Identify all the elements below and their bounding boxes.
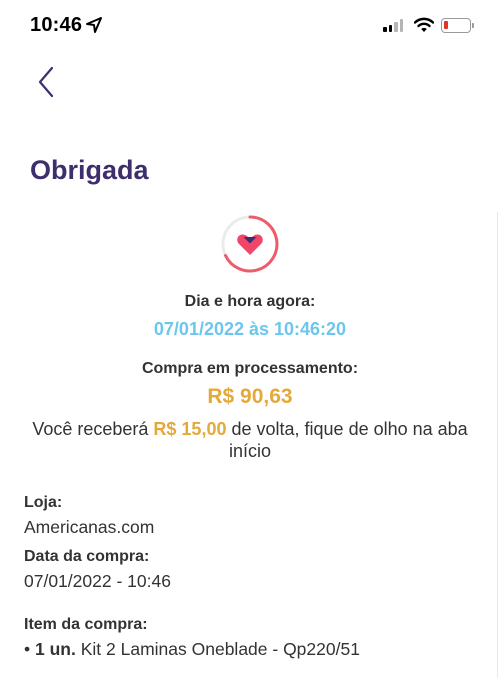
item-section: Item da compra: • 1 un. Kit 2 Laminas On… [24, 616, 360, 660]
page-title: Obrigada [30, 155, 149, 185]
purchase-date-label: Data da compra: [24, 548, 150, 565]
item-quantity: 1 un. [35, 639, 76, 659]
list-item: • 1 un. Kit 2 Laminas Oneblade - Qp220/5… [24, 639, 360, 660]
battery-icon [441, 18, 474, 33]
status-bar: 10:46 [0, 0, 500, 54]
datetime-value: 07/01/2022 às 10:46:20 [153, 319, 347, 339]
store-section: Loja: Americanas.com [24, 494, 154, 538]
wifi-icon [414, 17, 434, 32]
purchase-date-value: 07/01/2022 - 10:46 [24, 571, 171, 591]
purchase-date-section: Data da compra: 07/01/2022 - 10:46 [24, 548, 171, 592]
store-label: Loja: [24, 494, 63, 511]
purchase-amount: R$ 90,63 [207, 385, 293, 408]
item-label: Item da compra: [24, 616, 148, 633]
cellular-signal-icon [383, 19, 403, 32]
processing-label: Compra em processamento: [141, 360, 359, 377]
cashback-prefix: Você receberá [32, 419, 149, 439]
item-name: Kit 2 Laminas Oneblade - Qp220/51 [80, 639, 360, 659]
status-time: 10:46 [30, 14, 83, 36]
chevron-left-icon [38, 66, 54, 98]
store-value: Americanas.com [24, 517, 155, 537]
cashback-message: Você receberá R$ 15,00 de volta, fique d… [0, 418, 500, 462]
back-button[interactable] [32, 64, 62, 100]
cashback-amount: R$ 15,00 [153, 419, 227, 439]
location-arrow-icon [86, 17, 102, 33]
datetime-label: Dia e hora agora: [184, 293, 316, 310]
bullet: • [24, 639, 31, 659]
progress-heart-icon [221, 215, 279, 273]
cashback-suffix: de volta, fique de olho na aba início [228, 419, 468, 461]
